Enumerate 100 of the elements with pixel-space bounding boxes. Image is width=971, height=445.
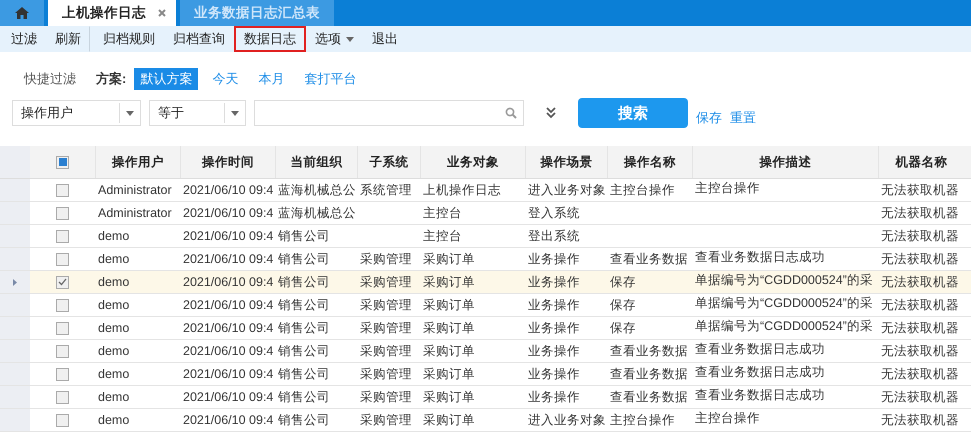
table-cell: Administrator bbox=[98, 206, 172, 220]
table-cell: demo bbox=[98, 321, 130, 335]
table-cell: 2021/06/10 09:4 bbox=[183, 298, 274, 312]
field-dropdown[interactable]: 操作用户 bbox=[12, 100, 141, 126]
row-checkbox[interactable] bbox=[56, 206, 69, 220]
caret-icon bbox=[231, 110, 239, 116]
caret-icon bbox=[126, 110, 134, 116]
scheme-link[interactable]: 今天 bbox=[206, 68, 244, 90]
row-checkbox[interactable] bbox=[56, 414, 69, 426]
table-cell: demo bbox=[98, 390, 130, 404]
table-cell: 采购管理 bbox=[360, 320, 412, 336]
table-cell: 查看业务数据日志成功 bbox=[695, 249, 825, 266]
table-cell: 采购订单 bbox=[423, 250, 475, 268]
table-cell: 采购管理 bbox=[360, 366, 412, 382]
table-cell: 采购管理 bbox=[360, 388, 412, 406]
home-tab[interactable] bbox=[0, 0, 44, 26]
toolbar-button[interactable]: 归档查询 bbox=[164, 26, 234, 52]
row-checkbox[interactable] bbox=[56, 368, 69, 380]
filter-link[interactable]: 重置 bbox=[730, 109, 756, 127]
table-cell: 系统管理 bbox=[360, 182, 412, 198]
scheme-link[interactable]: 套打平台 bbox=[298, 68, 362, 90]
row-checkbox[interactable] bbox=[56, 322, 69, 334]
toolbar-button[interactable]: 过滤 bbox=[2, 26, 46, 52]
table-cell: 采购订单 bbox=[423, 296, 475, 314]
column-header[interactable]: 操作描述 bbox=[692, 146, 878, 178]
row-checkbox[interactable] bbox=[56, 252, 69, 266]
column-header[interactable]: 操作用户 bbox=[95, 146, 180, 178]
table-cell: 采购订单 bbox=[423, 412, 475, 428]
search-field[interactable] bbox=[254, 100, 524, 126]
table-cell: 采购订单 bbox=[423, 366, 475, 382]
table-cell: 采购订单 bbox=[423, 274, 475, 290]
table-cell: 业务操作 bbox=[528, 320, 580, 336]
operator-dropdown[interactable]: 等于 bbox=[149, 100, 246, 126]
table-cell: 2021/06/10 09:4 bbox=[183, 229, 274, 243]
toolbar-button[interactable]: 数据日志 bbox=[234, 26, 306, 52]
column-header[interactable]: 操作场景 bbox=[525, 146, 607, 178]
table-cell: 无法获取机器 bbox=[881, 342, 959, 360]
table-cell: 登入系统 bbox=[528, 204, 580, 222]
table-cell: 主控台 bbox=[423, 228, 462, 244]
table-cell: 无法获取机器 bbox=[881, 228, 959, 244]
scheme-link[interactable]: 本月 bbox=[252, 68, 290, 90]
table-cell: 销售公司 bbox=[278, 250, 330, 268]
scheme-link[interactable]: 默认方案 bbox=[134, 68, 198, 90]
column-header[interactable]: 子系统 bbox=[357, 146, 420, 178]
table-cell: 无法获取机器 bbox=[881, 250, 959, 268]
table-cell: 销售公司 bbox=[278, 412, 330, 428]
table-cell: 2021/06/10 09:4 bbox=[183, 367, 274, 381]
column-header[interactable]: 当前组织 bbox=[275, 146, 357, 178]
close-icon[interactable] bbox=[158, 9, 166, 17]
row-checkbox[interactable] bbox=[56, 184, 69, 196]
table-cell: 采购订单 bbox=[423, 388, 475, 406]
row-checkbox[interactable] bbox=[56, 344, 69, 358]
table-cell: 主控台 bbox=[423, 204, 462, 222]
table-cell: 业务操作 bbox=[528, 296, 580, 314]
table-cell: 查看业务数据日志成功 bbox=[695, 364, 825, 381]
row-checkbox[interactable] bbox=[56, 276, 69, 288]
row-checkbox[interactable] bbox=[56, 298, 69, 312]
table-cell: 业务操作 bbox=[528, 250, 580, 268]
table-cell: 2021/06/10 09:4 bbox=[183, 183, 274, 197]
tab[interactable]: 上机操作日志 bbox=[48, 0, 176, 26]
table-cell: 保存 bbox=[610, 296, 636, 314]
table-cell: 2021/06/10 09:4 bbox=[183, 390, 274, 404]
toolbar-button[interactable]: 刷新 bbox=[46, 26, 90, 52]
toolbar-button[interactable]: 归档规则 bbox=[94, 26, 164, 52]
table-cell: 查看业务数据 bbox=[610, 366, 688, 382]
table-cell: 单据编号为“CGDD000524”的采 bbox=[695, 295, 873, 312]
table-cell: 采购管理 bbox=[360, 296, 412, 314]
column-header[interactable]: 操作时间 bbox=[180, 146, 275, 178]
table-cell: 无法获取机器 bbox=[881, 274, 959, 290]
table-cell: 主控台操作 bbox=[610, 182, 675, 198]
table-cell: 2021/06/10 09:4 bbox=[183, 252, 274, 266]
row-header[interactable] bbox=[0, 271, 30, 293]
scheme-label: 方案: bbox=[96, 70, 126, 88]
table-cell: 查看业务数据日志成功 bbox=[695, 387, 825, 404]
row-checkbox[interactable] bbox=[56, 230, 69, 242]
table-cell: 保存 bbox=[610, 274, 636, 290]
filter-link[interactable]: 保存 bbox=[696, 109, 722, 127]
table-cell: 查看业务数据 bbox=[610, 388, 688, 406]
expand-icon[interactable] bbox=[546, 107, 556, 119]
table-cell: demo bbox=[98, 252, 130, 266]
toolbar-button[interactable]: 退出 bbox=[363, 26, 407, 52]
table-cell: 无法获取机器 bbox=[881, 204, 959, 222]
toolbar-button[interactable]: 选项 bbox=[306, 26, 363, 52]
table-cell: 业务操作 bbox=[528, 342, 580, 360]
table-cell: demo bbox=[98, 344, 130, 358]
column-header[interactable]: 业务对象 bbox=[420, 146, 525, 178]
column-header[interactable]: 机器名称 bbox=[878, 146, 964, 178]
table-cell: demo bbox=[98, 367, 130, 381]
table-cell: 采购管理 bbox=[360, 274, 412, 290]
table-cell: 采购订单 bbox=[423, 320, 475, 336]
table-cell: 采购管理 bbox=[360, 250, 412, 268]
table-cell: 销售公司 bbox=[278, 342, 330, 360]
table-cell: 登出系统 bbox=[528, 228, 580, 244]
select-all-checkbox[interactable] bbox=[56, 156, 69, 168]
column-header[interactable]: 操作名称 bbox=[607, 146, 692, 178]
search-icon bbox=[505, 107, 517, 119]
current-row-icon bbox=[13, 278, 17, 286]
table-cell: 销售公司 bbox=[278, 320, 330, 336]
table-cell: 无法获取机器 bbox=[881, 366, 959, 382]
row-checkbox[interactable] bbox=[56, 390, 69, 404]
